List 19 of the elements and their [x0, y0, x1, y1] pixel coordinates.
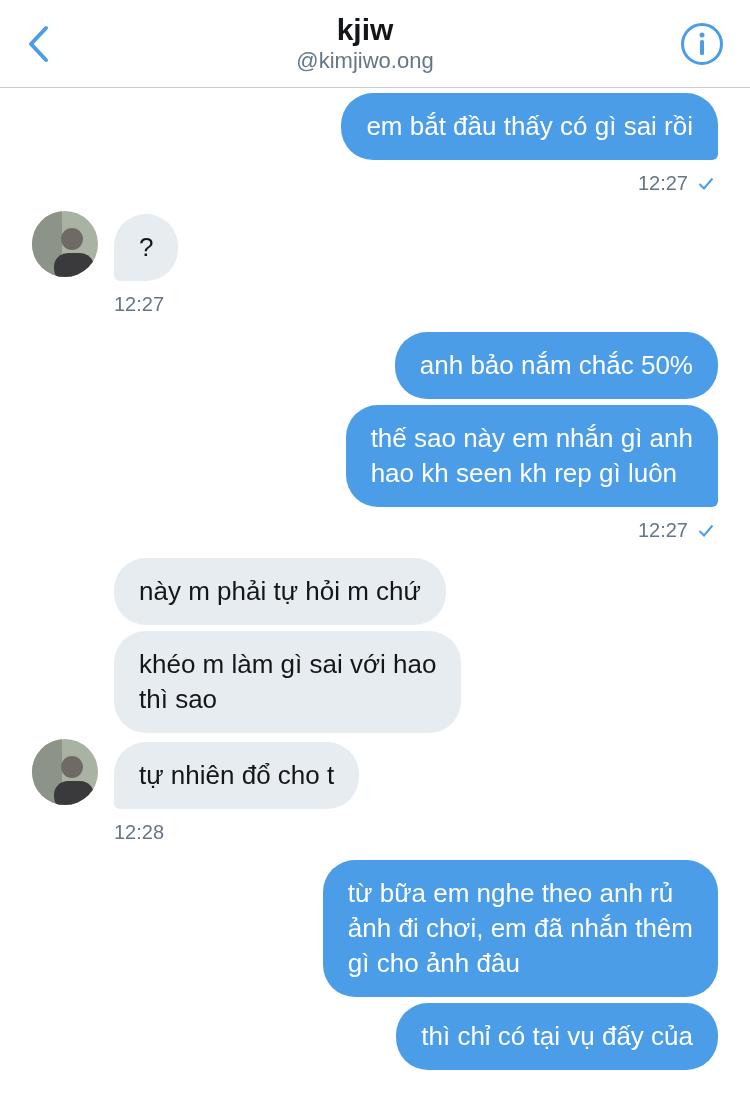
message-bubble: từ bữa em nghe theo anh rủ ảnh đi chơi, em đã nhắn thêm gì cho ảnh đâu [322, 860, 718, 997]
username: @kimjiwo.ong [296, 46, 434, 75]
message-bubble: tự nhiên đổ cho t [114, 742, 360, 809]
info-icon [680, 21, 724, 66]
message-bubble: em bắt đầu thấy có gì sai rồi [341, 93, 718, 160]
message-bubble: ? [114, 214, 179, 281]
message-time: 12:27 [637, 519, 688, 542]
message-time: 12:28 [114, 821, 165, 844]
message-bubble: khéo m làm gì sai với hao thì sao [114, 631, 462, 733]
message-time: 12:27 [114, 293, 165, 316]
back-button[interactable] [26, 24, 50, 63]
message-bubble: này m phải tự hỏi m chứ [114, 558, 446, 625]
info-button[interactable] [680, 21, 724, 66]
message-bubble: anh bảo nắm chắc 50% [394, 332, 718, 399]
message-time: 12:27 [637, 172, 688, 195]
message-bubble: thì chỉ có tại vụ đấy của [396, 1003, 718, 1070]
chat-title: kjiw [336, 12, 394, 47]
message-bubble: thế sao này em nhắn gì anh hao kh seen kh rep gì luôn [345, 405, 718, 507]
back-icon [26, 24, 50, 63]
